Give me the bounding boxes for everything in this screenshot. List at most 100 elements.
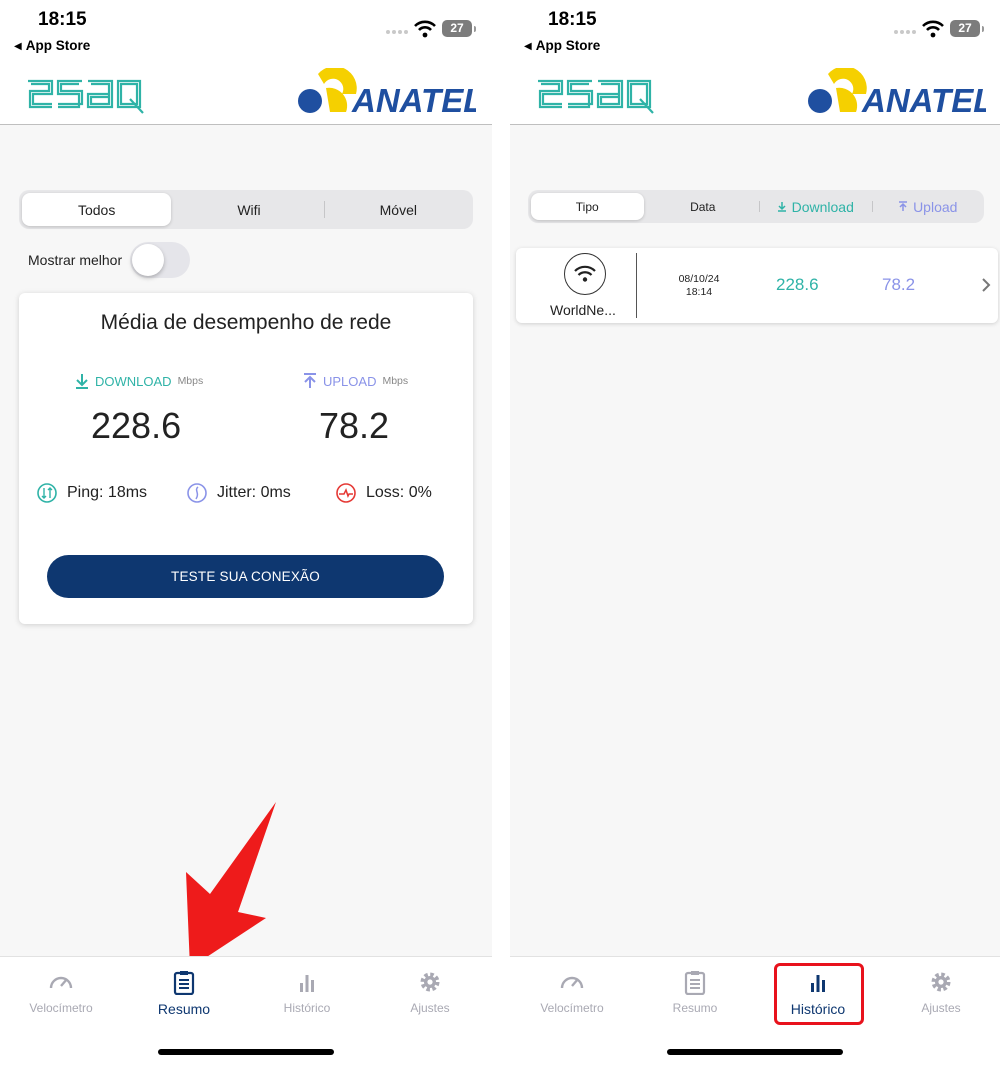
wifi-icon — [573, 265, 596, 282]
loss-stat: Loss: 0% — [336, 483, 432, 503]
anatel-logo: ANATEL — [808, 68, 986, 116]
test-date: 08/10/24 — [678, 273, 720, 285]
row-download-value: 228.6 — [776, 275, 819, 294]
back-triangle-icon: ◀ — [524, 41, 532, 52]
network-name: WorldNe... — [550, 302, 616, 318]
upload-value: 78.2 — [319, 405, 390, 446]
chevron-right-icon — [982, 278, 991, 292]
sort-download[interactable]: Download — [759, 190, 872, 223]
back-to-app-store[interactable]: ◀ App Store — [14, 38, 90, 53]
history-row[interactable]: WorldNe... 08/10/24 18:14 228.6 78.2 — [516, 248, 998, 323]
sort-upload[interactable]: Upload — [871, 190, 985, 223]
download-icon — [777, 202, 786, 212]
tab-label: Ajustes — [921, 1001, 961, 1015]
test-connection-button[interactable]: TESTE SUA CONEXÃO — [47, 555, 444, 598]
speedometer-icon — [49, 976, 73, 989]
download-value: 228.6 — [91, 405, 182, 446]
loss-text: Loss: 0% — [366, 484, 432, 501]
tab-resumo[interactable]: Resumo — [640, 969, 750, 1015]
screen-divider — [492, 0, 510, 1065]
esaq-logo — [538, 79, 654, 114]
network-performance-card: Média de desempenho de rede DOWNLOAD Mbp… — [19, 293, 473, 624]
filter-wifi[interactable]: Wifi — [174, 190, 323, 229]
tab-label: Resumo — [672, 1001, 718, 1015]
bottom-tab-bar: Velocímetro Resumo Histórico Ajustes — [510, 956, 1000, 1065]
cellular-signal-icon — [894, 30, 916, 34]
anatel-wordmark: ANATEL — [351, 82, 476, 116]
filter-todos[interactable]: Todos — [22, 193, 172, 226]
status-bar: 18:15 ◀ App Store 27 — [0, 0, 492, 64]
back-to-app-store[interactable]: ◀ App Store — [524, 38, 600, 53]
row-upload-value: 78.2 — [882, 275, 916, 294]
jitter-stat: Jitter: 0ms — [187, 483, 291, 503]
battery-indicator: 27 — [442, 20, 476, 37]
wifi-status-icon — [922, 20, 944, 38]
download-unit: Mbps — [177, 375, 204, 387]
toggle-knob — [132, 244, 165, 276]
download-label: DOWNLOAD — [95, 373, 172, 389]
tab-resumo[interactable]: Resumo — [129, 969, 239, 1017]
jitter-text: Jitter: 0ms — [217, 484, 291, 501]
filter-movel[interactable]: Móvel — [323, 190, 473, 229]
ping-stat: Ping: 18ms — [37, 483, 147, 503]
row-divider — [636, 253, 637, 318]
anatel-logo: ANATEL — [298, 68, 476, 116]
red-arrow-annotation — [186, 802, 276, 968]
upload-icon — [304, 373, 316, 388]
loss-icon — [336, 483, 356, 503]
bar-chart-icon — [300, 975, 314, 992]
upload-icon — [899, 201, 908, 211]
sort-data[interactable]: Data — [647, 190, 760, 223]
phone-screen-history: 18:15 ◀ App Store 27 ANATEL Tipo Data Dow… — [510, 0, 1000, 1065]
home-indicator[interactable] — [667, 1049, 843, 1055]
status-time: 18:15 — [38, 9, 87, 30]
tab-velocimetro[interactable]: Velocímetro — [517, 969, 627, 1015]
tab-label: Ajustes — [410, 1001, 450, 1015]
tab-label: Velocímetro — [540, 1001, 604, 1015]
speedometer-icon — [560, 976, 584, 989]
sort-upload-label: Upload — [913, 198, 958, 215]
tab-label: Velocímetro — [29, 1001, 93, 1015]
app-header: ANATEL — [510, 64, 1000, 125]
tab-velocimetro[interactable]: Velocímetro — [6, 969, 116, 1015]
home-indicator[interactable] — [158, 1049, 334, 1055]
ping-text: Ping: 18ms — [67, 484, 148, 501]
show-best-toggle[interactable] — [130, 242, 191, 278]
status-bar: 18:15 ◀ App Store 27 — [510, 0, 1000, 64]
cellular-signal-icon — [386, 30, 408, 34]
anatel-wordmark: ANATEL — [861, 82, 986, 116]
show-best-row: Mostrar melhor — [28, 242, 191, 278]
upload-label: UPLOAD — [323, 373, 377, 389]
highlight-box-annotation — [774, 963, 864, 1025]
network-type-badge — [564, 253, 606, 295]
status-time: 18:15 — [548, 9, 597, 30]
bottom-tab-bar: Velocímetro Resumo Histórico Ajustes — [0, 956, 492, 1065]
tab-label: Histórico — [283, 1001, 331, 1015]
tab-ajustes[interactable]: Ajustes — [886, 969, 996, 1015]
test-datetime: 08/10/24 18:14 — [666, 273, 732, 299]
show-best-label: Mostrar melhor — [28, 252, 123, 268]
wifi-status-icon — [414, 20, 436, 38]
tab-label: Resumo — [157, 1001, 211, 1017]
esaq-logo — [28, 79, 144, 114]
gear-icon — [420, 972, 440, 992]
upload-header: UPLOAD Mbps — [303, 373, 408, 389]
clipboard-icon — [173, 971, 195, 995]
back-label: App Store — [25, 38, 91, 53]
network-filter: Todos Wifi Móvel — [19, 190, 473, 229]
sort-download-label: Download — [791, 198, 854, 215]
tab-ajustes[interactable]: Ajustes — [375, 969, 485, 1015]
history-sort-control: Tipo Data Download Upload — [528, 190, 984, 223]
upload-unit: Mbps — [382, 375, 409, 387]
jitter-icon — [187, 483, 207, 503]
gear-icon — [931, 972, 951, 992]
download-header: DOWNLOAD Mbps — [75, 373, 203, 389]
download-icon — [76, 374, 88, 389]
clipboard-icon — [684, 971, 706, 995]
test-time: 18:14 — [685, 286, 713, 298]
phone-screen-summary: 18:15 ◀ App Store 27 ANATEL Todos Wifi Mó… — [0, 0, 492, 1065]
app-header: ANATEL — [0, 64, 492, 125]
sort-tipo[interactable]: Tipo — [531, 193, 644, 220]
battery-indicator: 27 — [950, 20, 984, 37]
tab-historico[interactable]: Histórico — [252, 969, 362, 1015]
